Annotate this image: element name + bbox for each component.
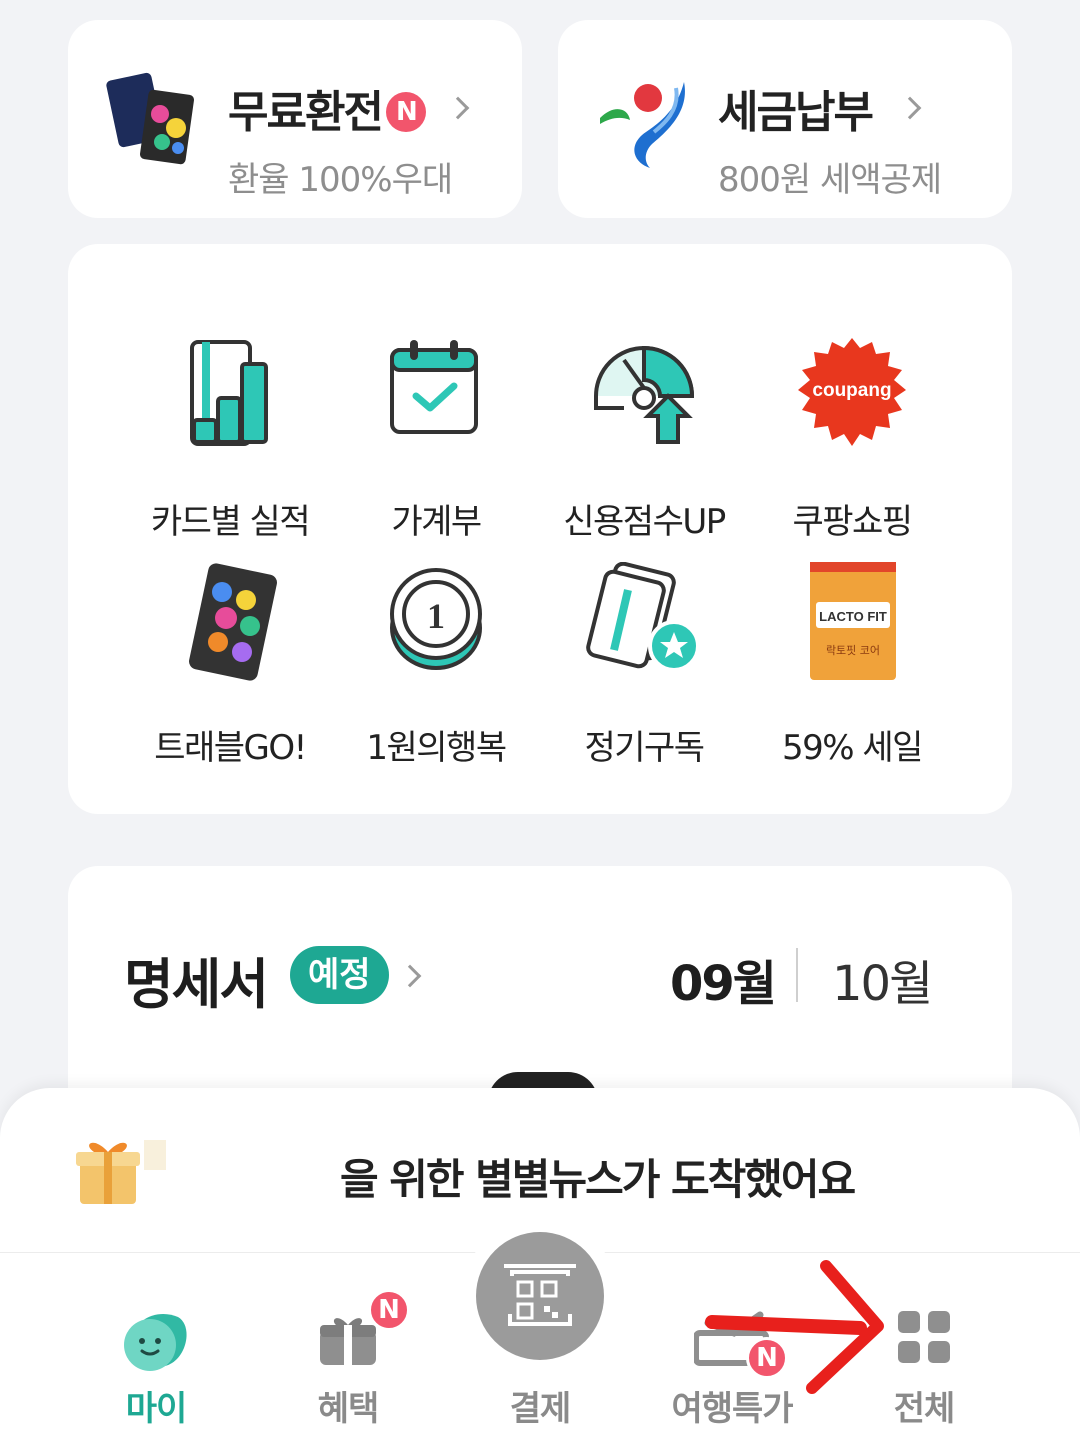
statement-card[interactable]: 명세서 예정 09월 10월 bbox=[68, 866, 1012, 1126]
menu-card-performance[interactable]: 카드별 실적 bbox=[126, 336, 334, 543]
coin-text: 1 bbox=[427, 596, 445, 636]
coin-icon: 1 bbox=[390, 568, 482, 670]
nav-label: 혜택 bbox=[317, 1389, 380, 1429]
free-exchange-title: 무료환전 N bbox=[228, 76, 426, 140]
card-performance-chart-icon bbox=[190, 340, 268, 446]
annotation-arrow-icon bbox=[705, 1260, 884, 1394]
gift-icon bbox=[320, 1318, 376, 1365]
product-sub-text: 락토핏 코어 bbox=[826, 644, 880, 657]
product-text: LACTO FIT bbox=[819, 609, 887, 624]
menu-label: 정기구독 bbox=[584, 728, 705, 768]
chevron-right-icon bbox=[446, 96, 470, 120]
nav-label: 결제 bbox=[509, 1389, 572, 1429]
payment-qr-circle bbox=[476, 1232, 604, 1360]
nav-label: 마이 bbox=[125, 1389, 188, 1429]
tax-payment-subtitle: 800원 세액공제 bbox=[718, 160, 942, 200]
statement-status-badge: 예정 bbox=[290, 946, 389, 1004]
menu-label: 쿠팡쇼핑 bbox=[792, 502, 913, 542]
lactofit-product-icon: LACTO FIT 락토핏 코어 bbox=[810, 562, 896, 680]
menu-label: 가계부 bbox=[391, 502, 482, 542]
menu-household-ledger[interactable]: 가계부 bbox=[332, 336, 540, 543]
month-tab-selected[interactable]: 09월 bbox=[670, 944, 777, 1014]
calendar-check-icon bbox=[390, 340, 478, 434]
seoul-logo-icon bbox=[600, 82, 685, 168]
menu-label: 신용점수UP bbox=[563, 502, 726, 542]
menu-label: 트래블GO! bbox=[154, 728, 307, 768]
nav-my[interactable]: 마이 bbox=[66, 1253, 246, 1440]
new-badge: N bbox=[368, 1289, 410, 1331]
credit-gauge-up-icon bbox=[594, 345, 695, 444]
chevron-right-icon[interactable] bbox=[398, 964, 422, 988]
tax-payment-card[interactable]: 세금납부 800원 세액공제 bbox=[558, 20, 1012, 218]
menu-travel-go[interactable]: 트래블GO! bbox=[126, 562, 334, 769]
menu-59-sale[interactable]: LACTO FIT 락토핏 코어 59% 세일 bbox=[748, 562, 956, 769]
coupang-logo-icon: coupang bbox=[798, 338, 906, 446]
gift-box-icon bbox=[76, 1140, 166, 1204]
new-badge: N bbox=[385, 92, 426, 132]
quick-menu-card: 카드별 실적 가계부 신용점수UP coupang 쿠팡쇼핑 트래블GO! 1 … bbox=[68, 244, 1012, 814]
travel-card-icon bbox=[189, 563, 277, 681]
menu-label: 59% 세일 bbox=[782, 728, 923, 768]
qr-scan-icon bbox=[504, 1264, 576, 1326]
news-message: 을 위한 별별뉴스가 도착했어요 bbox=[340, 1155, 856, 1204]
menu-label: 카드별 실적 bbox=[150, 502, 311, 542]
tax-payment-title: 세금납부 bbox=[718, 87, 874, 138]
payment-qr-button[interactable] bbox=[462, 1218, 618, 1374]
smile-character-icon bbox=[124, 1313, 187, 1371]
menu-coupang-shopping[interactable]: coupang 쿠팡쇼핑 bbox=[748, 336, 956, 543]
coupang-logo-text: coupang bbox=[812, 380, 891, 401]
month-tab[interactable]: 10월 bbox=[832, 944, 933, 1014]
free-exchange-subtitle: 환율 100%우대 bbox=[228, 160, 453, 200]
menu-label: 1원의행복 bbox=[366, 728, 507, 768]
statement-title: 명세서 bbox=[124, 953, 269, 1016]
free-exchange-card[interactable]: 무료환전 N 환율 100%우대 bbox=[68, 20, 522, 218]
menu-subscription[interactable]: 정기구독 bbox=[540, 561, 748, 769]
month-divider bbox=[796, 948, 798, 1002]
nav-benefits[interactable]: N 혜택 bbox=[258, 1253, 438, 1440]
menu-one-won-happiness[interactable]: 1 1원의행복 bbox=[332, 562, 540, 769]
card-image-icon bbox=[106, 72, 195, 165]
grid-menu-icon bbox=[898, 1311, 950, 1363]
subscription-cards-star-icon bbox=[586, 561, 700, 672]
chevron-right-icon bbox=[898, 96, 922, 120]
menu-credit-score[interactable]: 신용점수UP bbox=[540, 336, 748, 543]
